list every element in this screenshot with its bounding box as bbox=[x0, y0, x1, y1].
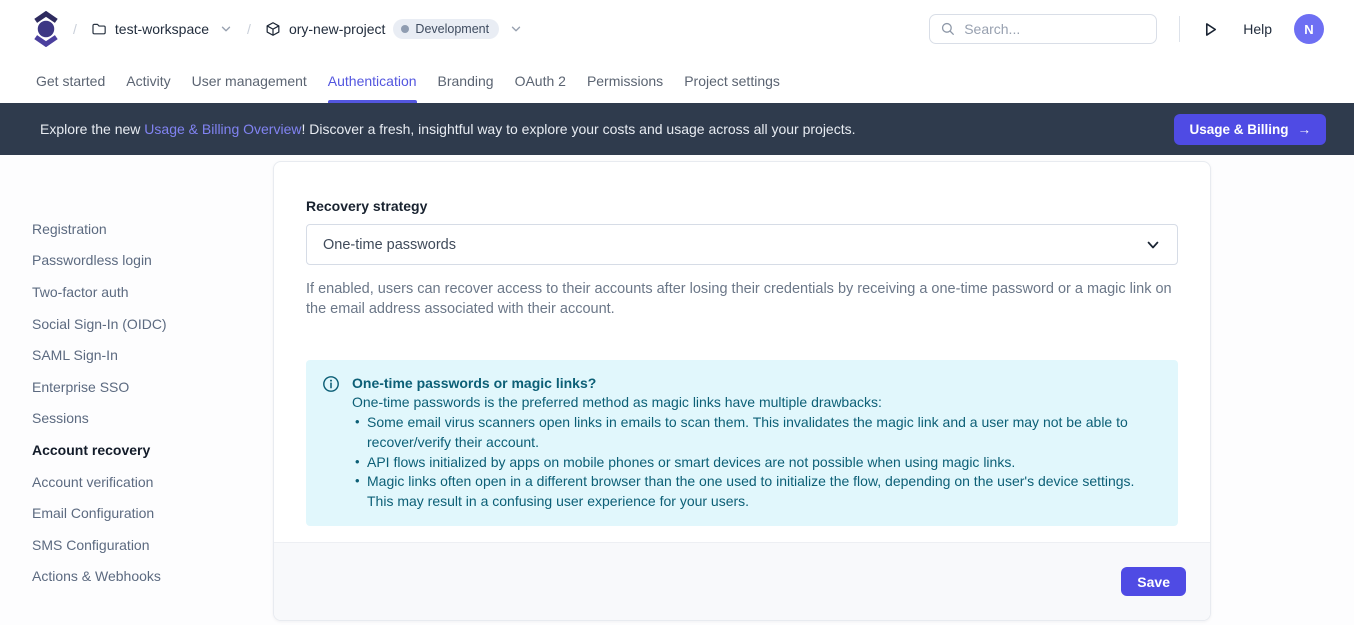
tab-authentication[interactable]: Authentication bbox=[328, 58, 417, 103]
search-box[interactable] bbox=[929, 14, 1157, 44]
save-button[interactable]: Save bbox=[1121, 567, 1186, 596]
usage-billing-button-label: Usage & Billing bbox=[1189, 122, 1288, 137]
info-box-title: One-time passwords or magic links? bbox=[352, 374, 1162, 394]
recovery-settings-card: Recovery strategy One-time passwords If … bbox=[273, 161, 1211, 621]
sidebar-item-actions-webhooks[interactable]: Actions & Webhooks bbox=[32, 561, 273, 593]
environment-badge-label: Development bbox=[415, 22, 489, 36]
breadcrumb-separator: / bbox=[247, 21, 251, 37]
chevron-down-icon bbox=[509, 22, 523, 36]
banner-text-suffix: ! Discover a fresh, insightful way to ex… bbox=[301, 121, 855, 137]
environment-badge: Development bbox=[393, 19, 499, 39]
recovery-strategy-value: One-time passwords bbox=[323, 237, 456, 253]
card-footer: Save bbox=[274, 542, 1210, 620]
sidebar-item-sms-configuration[interactable]: SMS Configuration bbox=[32, 529, 273, 561]
arrow-right-icon: → bbox=[1298, 122, 1312, 137]
info-icon bbox=[322, 375, 340, 393]
info-box-intro: One-time passwords is the preferred meth… bbox=[352, 393, 1162, 413]
sidebar-item-sessions[interactable]: Sessions bbox=[32, 403, 273, 435]
settings-sidebar: Registration Passwordless login Two-fact… bbox=[0, 155, 273, 625]
sidebar-item-email-configuration[interactable]: Email Configuration bbox=[32, 497, 273, 529]
info-box-content: One-time passwords or magic links? One-t… bbox=[352, 374, 1162, 512]
environment-dot-icon bbox=[401, 25, 409, 33]
tab-branding[interactable]: Branding bbox=[438, 58, 494, 103]
banner-text-prefix: Explore the new bbox=[40, 121, 144, 137]
recovery-description: If enabled, users can recover access to … bbox=[306, 279, 1178, 320]
sidebar-item-saml-sign-in[interactable]: SAML Sign-In bbox=[32, 339, 273, 371]
breadcrumb-separator: / bbox=[73, 21, 77, 37]
sidebar-item-enterprise-sso[interactable]: Enterprise SSO bbox=[32, 371, 273, 403]
tab-oauth2[interactable]: OAuth 2 bbox=[515, 58, 566, 103]
project-cube-icon bbox=[265, 21, 281, 37]
header-divider bbox=[1179, 16, 1180, 42]
section-title: Recovery strategy bbox=[306, 198, 1178, 214]
sidebar-item-passwordless-login[interactable]: Passwordless login bbox=[32, 245, 273, 277]
tab-permissions[interactable]: Permissions bbox=[587, 58, 663, 103]
help-link[interactable]: Help bbox=[1243, 21, 1272, 37]
folder-icon bbox=[91, 21, 107, 37]
info-bullet: API flows initialized by apps on mobile … bbox=[352, 453, 1162, 473]
project-name: ory-new-project bbox=[289, 21, 385, 37]
banner-overview-link[interactable]: Usage & Billing Overview bbox=[144, 121, 301, 137]
usage-billing-button[interactable]: Usage & Billing → bbox=[1174, 114, 1326, 145]
search-input[interactable] bbox=[964, 21, 1146, 37]
workspace-selector[interactable]: test-workspace bbox=[91, 21, 233, 37]
tab-activity[interactable]: Activity bbox=[126, 58, 170, 103]
user-avatar[interactable]: N bbox=[1294, 14, 1324, 44]
sidebar-item-two-factor-auth[interactable]: Two-factor auth bbox=[32, 276, 273, 308]
sidebar-item-registration[interactable]: Registration bbox=[32, 213, 273, 245]
search-icon bbox=[940, 21, 956, 37]
tab-user-management[interactable]: User management bbox=[192, 58, 307, 103]
app-header: / test-workspace / ory-new-project Devel… bbox=[0, 0, 1354, 58]
sidebar-item-social-sign-in[interactable]: Social Sign-In (OIDC) bbox=[32, 308, 273, 340]
tab-project-settings[interactable]: Project settings bbox=[684, 58, 780, 103]
header-actions: Help N bbox=[929, 14, 1324, 44]
play-icon[interactable] bbox=[1202, 21, 1219, 38]
chevron-down-icon bbox=[219, 22, 233, 36]
tab-get-started[interactable]: Get started bbox=[36, 58, 105, 103]
content-area: Registration Passwordless login Two-fact… bbox=[0, 155, 1354, 625]
recovery-strategy-select[interactable]: One-time passwords bbox=[306, 224, 1178, 265]
info-box-bullet-list: Some email virus scanners open links in … bbox=[352, 413, 1162, 512]
info-box: One-time passwords or magic links? One-t… bbox=[306, 360, 1178, 526]
usage-billing-banner: Explore the new Usage & Billing Overview… bbox=[0, 103, 1354, 155]
main-nav-tabs: Get started Activity User management Aut… bbox=[0, 58, 1354, 103]
banner-text: Explore the new Usage & Billing Overview… bbox=[40, 121, 856, 137]
sidebar-item-account-verification[interactable]: Account verification bbox=[32, 466, 273, 498]
workspace-name: test-workspace bbox=[115, 21, 209, 37]
recovery-settings-body: Recovery strategy One-time passwords If … bbox=[274, 162, 1210, 526]
info-bullet: Some email virus scanners open links in … bbox=[352, 413, 1162, 452]
chevron-down-icon bbox=[1145, 237, 1161, 253]
sidebar-item-account-recovery[interactable]: Account recovery bbox=[32, 434, 273, 466]
ory-logo-icon[interactable] bbox=[33, 11, 59, 47]
info-bullet: Magic links often open in a different br… bbox=[352, 472, 1162, 511]
project-selector[interactable]: ory-new-project Development bbox=[265, 19, 523, 39]
